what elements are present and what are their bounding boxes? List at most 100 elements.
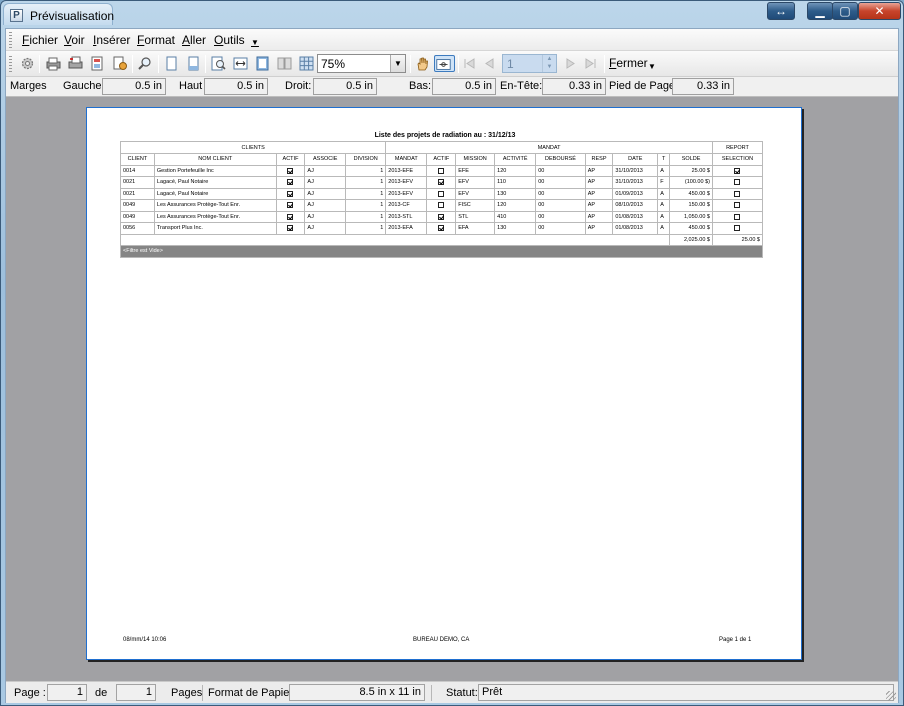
cell-mission: FISC	[455, 199, 496, 212]
column-header: SELECTION	[711, 153, 764, 166]
cell-client: 0021	[120, 176, 155, 189]
find-icon[interactable]	[137, 55, 154, 72]
whole-page-icon[interactable]	[254, 55, 271, 72]
last-page-icon[interactable]	[582, 55, 599, 72]
toolbar-separator	[410, 55, 411, 73]
table-row: 0014 Gestion Portefeuille Inc AJ 1 2013-EFE E…	[120, 164, 764, 177]
cell-nom: Lagacé, Paul Notaire	[153, 187, 277, 200]
close-window-button[interactable]: ✕	[858, 2, 901, 20]
cell-nom: Transport Plus Inc.	[153, 222, 277, 235]
column-header-row: CLIENT NOM CLIENT ACTIF ASSOCIE DIVISION MAND…	[120, 153, 764, 166]
hand-tool-icon[interactable]	[414, 55, 431, 72]
menu-bar: Fichier Voir Insérer Format Aller Outils…	[6, 29, 898, 51]
email-export-icon[interactable]	[111, 55, 128, 72]
table-row: 0021 Lagacé, Paul Notaire AJ 1 2013-EFV EFV 11…	[120, 176, 764, 189]
report-page[interactable]: Liste des projets de radiation au : 31/1…	[86, 107, 802, 660]
menu-inserer[interactable]: Insérer	[93, 33, 130, 47]
page-bottom-icon[interactable]	[185, 55, 202, 72]
previous-page-icon[interactable]	[481, 55, 498, 72]
group-header-report: REPORT	[711, 141, 764, 154]
maximize-button[interactable]: ▢	[832, 2, 858, 20]
cell-mactif	[426, 210, 457, 223]
chevron-down-icon[interactable]: ▼	[390, 55, 405, 72]
cell-solde: 25.00 $	[669, 164, 713, 177]
menu-format[interactable]: Format	[137, 33, 175, 47]
status-separator	[202, 685, 203, 701]
export-icon[interactable]	[89, 55, 106, 72]
cell-debourse: 00	[535, 187, 586, 200]
cell-solde: (100.00 $)	[669, 176, 713, 189]
cell-division: 1	[345, 176, 387, 189]
minimize-button[interactable]: ▁	[807, 2, 833, 20]
menu-voir[interactable]: Voir	[64, 33, 85, 47]
margin-footer-field[interactable]: 0.33 in	[672, 78, 734, 95]
next-page-icon[interactable]	[562, 55, 579, 72]
table-row: 0056 Transport Plus Inc. AJ 1 2013-EFA EFA 130…	[120, 222, 764, 235]
spinner-arrows-icon[interactable]: ▲ ▼	[542, 55, 556, 72]
cell-actif	[275, 222, 306, 235]
table-row: 0049 Les Assurances Protège-Tout Enr. AJ 1 2…	[120, 199, 764, 212]
cell-mandat: 2013-STL	[385, 210, 428, 223]
menu-fichier[interactable]: Fichier	[22, 33, 58, 47]
window-title: Prévisualisation	[30, 9, 115, 23]
zoom-value: 75%	[321, 57, 346, 71]
cell-client: 0049	[120, 199, 155, 212]
margin-bottom-field[interactable]: 0.5 in	[432, 78, 496, 95]
cell-mandat: 2013-CF	[385, 199, 428, 212]
menu-outils[interactable]: Outils	[214, 33, 245, 47]
margin-right-label: Droit:	[285, 80, 312, 92]
zoom-page-icon[interactable]	[210, 55, 227, 72]
title-bar[interactable]: P Prévisualisation ↔ ▁ ▢ ✕	[1, 1, 903, 27]
zoom-dropdown[interactable]: 75% ▼	[317, 54, 406, 73]
margin-header-field[interactable]: 0.33 in	[542, 78, 606, 95]
cell-t: A	[657, 222, 671, 235]
cell-mandat: 2013-EFE	[385, 164, 428, 177]
resize-arrows-icon[interactable]: ↔	[767, 2, 795, 20]
cell-solde: 150.00 $	[669, 199, 713, 212]
page-number-spinner[interactable]: 1 ▲ ▼	[502, 54, 557, 73]
cell-actif	[275, 210, 306, 223]
margin-left-field[interactable]: 0.5 in	[102, 78, 166, 95]
column-header: ASSOCIE	[304, 153, 347, 166]
cell-nom: Lagacé, Paul Notaire	[153, 176, 277, 189]
margin-left-label: Gauche:	[63, 80, 105, 92]
cell-t: F	[657, 176, 671, 189]
menu-overflow-chevron-icon[interactable]: ▼	[251, 38, 259, 47]
print-icon[interactable]	[45, 55, 62, 72]
preview-area[interactable]: Liste des projets de radiation au : 31/1…	[6, 97, 898, 681]
fit-width-icon[interactable]	[232, 55, 249, 72]
cell-debourse: 00	[535, 176, 586, 189]
margins-title: Marges	[10, 80, 47, 92]
first-page-icon[interactable]	[461, 55, 478, 72]
cell-client: 0014	[120, 164, 155, 177]
two-pages-icon[interactable]	[276, 55, 293, 72]
single-page-icon[interactable]	[163, 55, 180, 72]
multi-page-grid-icon[interactable]	[298, 55, 315, 72]
resize-grip-icon[interactable]	[886, 691, 896, 701]
checkbox-checked-icon	[438, 225, 445, 232]
table-row: 0021 Lagacé, Paul Notaire AJ 1 2013-EFV EFV 13…	[120, 187, 764, 200]
margins-bar: Marges Gauche: 0.5 in Haut 0.5 in Droit:…	[6, 77, 898, 97]
margin-top-field[interactable]: 0.5 in	[204, 78, 268, 95]
cell-actif	[275, 199, 306, 212]
toolbar-separator	[604, 55, 605, 73]
cell-mactif	[426, 176, 457, 189]
snapshot-mode-icon[interactable]	[434, 55, 455, 72]
cell-resp: AP	[584, 210, 614, 223]
toolbar-overflow-chevron-icon[interactable]: ▼	[648, 62, 656, 71]
close-preview-button[interactable]: Fermer	[609, 56, 648, 70]
checkbox-checked-icon	[438, 179, 445, 186]
app-icon: P	[10, 9, 23, 22]
quick-print-icon[interactable]	[67, 55, 84, 72]
menu-aller[interactable]: Aller	[182, 33, 206, 47]
footer-company: BUREAU DEMO, CA	[413, 637, 470, 643]
margin-right-field[interactable]: 0.5 in	[313, 78, 377, 95]
cell-resp: AP	[584, 222, 614, 235]
cell-debourse: 00	[535, 222, 586, 235]
cell-associe: AJ	[304, 164, 347, 177]
menubar-grip[interactable]	[9, 32, 12, 48]
toolbar-grip[interactable]	[9, 56, 12, 72]
column-header: SOLDE	[669, 153, 713, 166]
checkbox-checked-icon	[438, 213, 445, 220]
settings-gear-icon[interactable]	[19, 55, 36, 72]
